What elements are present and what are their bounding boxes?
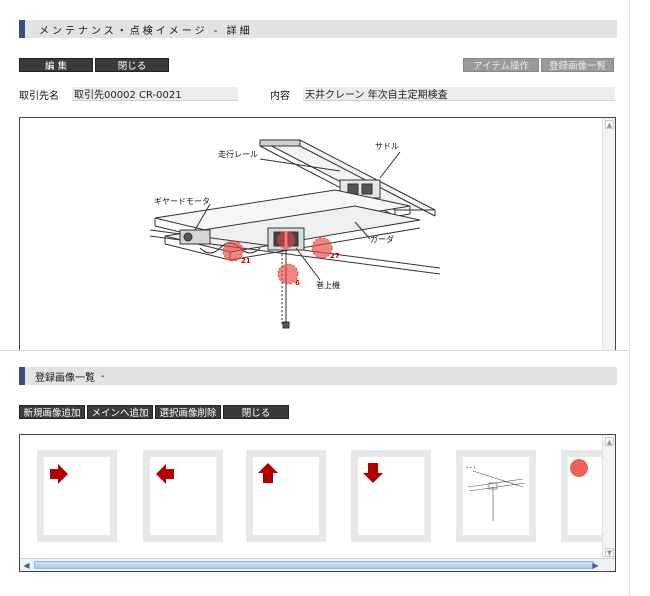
image-list-toolbar: 新規画像追加 メインへ追加 選択画像削除 閉じる	[19, 405, 289, 419]
section-header-image-list: 登録画像一覧 -	[19, 367, 617, 385]
header-accent-bar	[19, 367, 25, 385]
header-accent-bar	[19, 20, 25, 38]
scroll-down-icon[interactable]: ▼	[605, 548, 614, 557]
gallery-vertical-scrollbar[interactable]: ▲ ▼	[602, 435, 615, 559]
add-to-main-button[interactable]: メインへ追加	[87, 405, 153, 419]
arrow-up-icon	[258, 463, 278, 483]
marker-6[interactable]: 6	[277, 263, 300, 287]
label-girder: ガーダ	[370, 234, 394, 244]
section-header-detail: メンテナンス・点検イメージ - 詳細	[19, 20, 617, 38]
scroll-up-icon[interactable]: ▲	[605, 437, 614, 446]
client-field: 取引先名 取引先00002 CR-0021	[19, 87, 249, 102]
scrollbar-thumb[interactable]	[34, 561, 594, 569]
content-value: 天井クレーン 年次自主定期検査	[303, 87, 615, 101]
main-toolbar: 編 集 閉じる	[19, 58, 169, 72]
content-label: 内容	[270, 90, 290, 102]
thumbnail-arrow-down[interactable]	[351, 450, 431, 542]
client-label: 取引先名	[19, 90, 59, 102]
arrow-right-icon	[50, 464, 68, 484]
arrow-left-icon	[156, 464, 174, 484]
image-list-button[interactable]: 登録画像一覧	[541, 58, 614, 72]
thumbnail-crane-diagram[interactable]: • • •	[456, 450, 536, 542]
gallery-horizontal-scrollbar[interactable]: ◀ ▶	[20, 558, 615, 571]
delete-selected-button[interactable]: 選択画像削除	[155, 405, 221, 419]
crane-diagram: 走行レール サドル ギヤードモータ ガーダ 巻上機 21 27 6	[149, 139, 441, 329]
label-hoist: 巻上機	[316, 280, 340, 290]
label-rail: 走行レール	[218, 149, 258, 159]
content-field: 内容 天井クレーン 年次自主定期検査	[270, 87, 620, 102]
marker-27-label: 27	[330, 252, 340, 260]
marker-27[interactable]: 27	[311, 237, 340, 260]
item-ops-button[interactable]: アイテム操作	[463, 58, 539, 72]
diagram-viewer[interactable]: 走行レール サドル ギヤードモータ ガーダ 巻上機 21 27 6 ▲	[19, 117, 616, 350]
add-new-image-button[interactable]: 新規画像追加	[19, 405, 85, 419]
scroll-right-icon[interactable]: ▶	[590, 560, 601, 570]
thumbnail-arrow-right[interactable]	[37, 450, 117, 542]
label-gear-motor: ギヤードモータ	[154, 197, 210, 206]
thumbnail-arrow-up[interactable]	[246, 450, 326, 542]
marker-21-label: 21	[241, 257, 251, 265]
section-divider	[0, 350, 629, 351]
list-close-button[interactable]: 閉じる	[223, 405, 289, 419]
marker-hoist-top[interactable]	[277, 231, 295, 249]
marker-6-label: 6	[295, 279, 300, 287]
close-button[interactable]: 閉じる	[95, 58, 169, 72]
client-value: 取引先00002 CR-0021	[72, 87, 238, 101]
page: メンテナンス・点検イメージ - 詳細 編 集 閉じる アイテム操作 登録画像一覧…	[0, 0, 650, 596]
image-list-suffix: -	[101, 370, 105, 382]
thumbnail-arrow-left[interactable]	[143, 450, 223, 542]
scroll-up-icon[interactable]: ▲	[605, 120, 614, 129]
scroll-left-icon[interactable]: ◀	[21, 560, 32, 570]
right-toolbar: アイテム操作 登録画像一覧	[463, 58, 614, 72]
image-gallery[interactable]: • • • ▲ ▼ ◀ ▶	[19, 434, 616, 572]
right-divider	[629, 0, 630, 596]
crane-diagram-thumbnail: • • •	[466, 465, 526, 521]
page-title: メンテナンス・点検イメージ - 詳細	[39, 25, 253, 37]
viewer-scrollbar[interactable]: ▲	[602, 118, 615, 350]
svg-text:• • •: • • •	[466, 465, 476, 470]
label-saddle: サドル	[375, 142, 399, 151]
edit-button[interactable]: 編 集	[19, 58, 93, 72]
image-list-title: 登録画像一覧	[35, 372, 95, 384]
arrow-down-icon	[363, 463, 383, 483]
